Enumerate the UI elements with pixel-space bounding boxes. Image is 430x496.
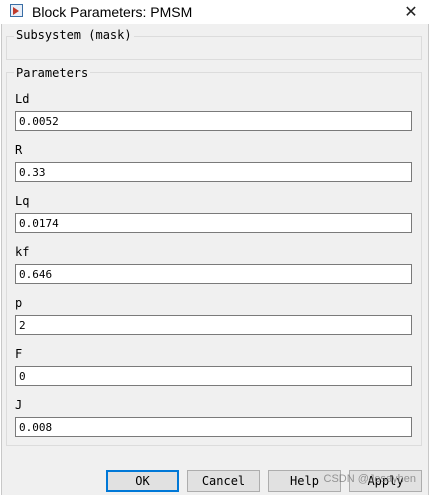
param-input-lq[interactable] — [15, 213, 412, 233]
watermark: CSDN @Jesayhen — [323, 473, 416, 485]
title-bar: Block Parameters: PMSM ✕ — [0, 0, 430, 24]
param-input-kf[interactable] — [15, 264, 412, 284]
ok-button[interactable]: OK — [106, 470, 179, 492]
param-label-j: J — [15, 398, 23, 412]
param-label-ld: Ld — [15, 92, 30, 106]
subsystem-group-label: Subsystem (mask) — [14, 28, 134, 42]
parameters-group-label: Parameters — [14, 66, 91, 80]
param-input-f[interactable] — [15, 366, 412, 386]
simulink-block-icon — [10, 4, 23, 17]
param-input-r[interactable] — [15, 162, 412, 182]
param-label-p: p — [15, 296, 23, 310]
param-label-f: F — [15, 347, 23, 361]
param-input-ld[interactable] — [15, 111, 412, 131]
param-label-kf: kf — [15, 245, 30, 259]
param-input-p[interactable] — [15, 315, 412, 335]
cancel-button[interactable]: Cancel — [187, 470, 260, 492]
param-label-lq: Lq — [15, 194, 30, 208]
param-input-j[interactable] — [15, 417, 412, 437]
param-label-r: R — [15, 143, 23, 157]
close-icon[interactable]: ✕ — [400, 1, 422, 23]
window-title: Block Parameters: PMSM — [32, 4, 193, 20]
